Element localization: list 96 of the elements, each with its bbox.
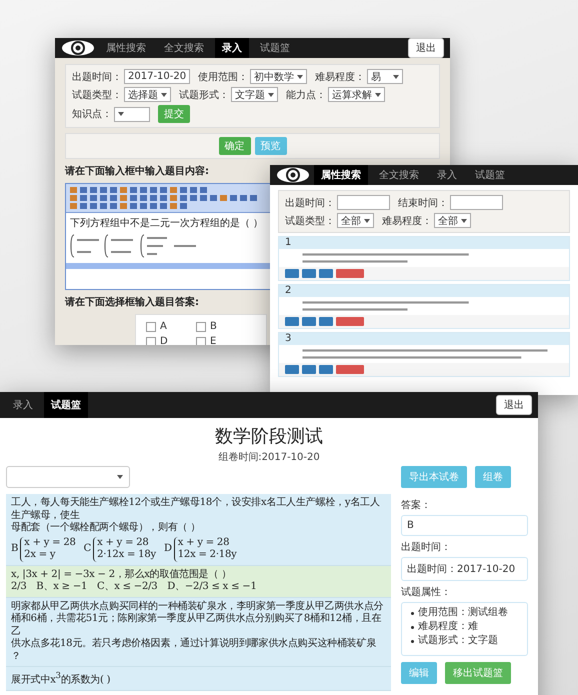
answer-field[interactable]: B (401, 515, 528, 536)
nav-tab[interactable]: 试题篮 (468, 165, 512, 185)
nav-tab[interactable]: 全文搜索 (157, 38, 211, 58)
attribute-item: 试题形式：文字题 (418, 635, 498, 647)
option-letter: C (84, 542, 92, 556)
field-label: 使用范围： (198, 70, 248, 84)
nav-tab[interactable]: 录入 (6, 392, 40, 418)
caret-icon (117, 475, 123, 479)
logout-button[interactable]: 退出 (408, 38, 444, 58)
dropdown[interactable]: 易 (367, 69, 404, 84)
dropdown[interactable]: 初中数学 (250, 69, 308, 84)
card-action-button[interactable] (319, 317, 333, 326)
dropdown[interactable]: 全部 (434, 213, 471, 228)
caret-icon (393, 74, 400, 78)
dropdown[interactable]: 运算求解 (328, 87, 385, 102)
toolbar-icons-drawing[interactable] (70, 186, 257, 210)
field-label: 难易程度： (382, 214, 432, 228)
question-text: 明家都从甲乙两供水点购买同样的一种桶装矿泉水，李明家第一季度从甲乙两供水点分 (11, 600, 384, 612)
answer-checkbox[interactable]: A (146, 321, 186, 332)
field-label: 能力点： (286, 88, 326, 102)
question-text: 工人，每人每天能生产螺栓12个或生产螺母18个，设安排x名工人生产螺栓，y名工人生产螺母，使生 (11, 497, 381, 522)
answer-checkbox[interactable]: D (146, 336, 186, 345)
equation-system: x + y = 28 2x = y (20, 536, 76, 562)
field-label: 出题时间： (401, 540, 452, 554)
card-action-button[interactable] (336, 269, 364, 278)
text-field[interactable] (337, 195, 390, 210)
answer-label: 请在下面选择框输入题目答案: (65, 295, 199, 309)
dropdown[interactable]: 选择题 (124, 87, 171, 102)
nav-tab[interactable]: 录入 (430, 165, 464, 185)
field-label: 试题类型： (285, 214, 335, 228)
editor-text: 下列方程组中不是二元一次方程组的是（ ） (70, 216, 264, 230)
question-text: 2/3 B、x ≥ −1 C、x ≤ −2/3 D、−2/3 ≤ x ≤ −1 (11, 581, 258, 594)
card-action-button[interactable] (336, 365, 364, 374)
editor-label: 请在下面输入框中输入题目内容: (65, 164, 209, 178)
card-action-button[interactable] (302, 317, 316, 326)
question-text: 供水点多花18元。若只考虑价格因素，通过计算说明到哪家供水点购买这种桶装矿泉 (11, 638, 378, 650)
nav-tab[interactable]: 属性搜索 (99, 38, 153, 58)
field-label: 试题属性： (401, 586, 452, 599)
question-number: 3 (279, 333, 569, 345)
field-label: 试题形式： (179, 88, 229, 102)
card-action-button[interactable] (285, 317, 299, 326)
attribute-item: 难易程度：难 (418, 621, 478, 633)
nav-tab[interactable]: 属性搜索 (314, 165, 368, 185)
bullet-icon (411, 612, 414, 614)
question-text: ？ (11, 650, 22, 663)
caret-icon (161, 92, 167, 96)
caret-icon (364, 218, 370, 222)
nav-tab[interactable]: 试题篮 (44, 392, 88, 418)
exam-date: 组卷时间:2017-10-20 (217, 450, 321, 464)
caret-icon (375, 92, 381, 96)
option-letter: D (164, 542, 172, 556)
nav-tab[interactable]: 试题篮 (253, 38, 297, 58)
equation-system: x + y = 28 12x = 2·18y (174, 536, 237, 562)
option-letter: B (11, 542, 18, 556)
question-text: x, |3x + 2| = −3x − 2，那么x的取值范围是（ ） (11, 568, 232, 581)
time-field[interactable]: 出题时间：2017-10-20 (401, 557, 528, 581)
card-action-button[interactable] (319, 269, 333, 278)
field-label: 试题类型： (72, 88, 122, 102)
question-item[interactable]: 展开式中x$^{3}$的系数为( ) (6, 667, 391, 691)
caret-icon (268, 92, 274, 96)
field-label: 答案： (401, 498, 432, 512)
card-action-button[interactable] (302, 365, 316, 374)
dropdown[interactable]: 全部 (337, 213, 374, 228)
caret-icon (118, 112, 124, 116)
question-item[interactable]: x, |3x + 2| = −3x − 2，那么x的取值范围是（ ） 2/3 B、x ≥ −1 C、x ≤ −2/3 D、−2/3 ≤ x ≤ −1 (6, 566, 391, 598)
nav-tab[interactable]: 全文搜索 (372, 165, 426, 185)
question-text: 桶和6桶，共需花51元；陈刚家第一季度从甲乙两供水点分别购买了8桶和12桶，且在乙 (11, 613, 382, 638)
field-label: 出题时间： (285, 196, 335, 210)
card-action-button[interactable] (319, 365, 333, 374)
bullet-icon (411, 640, 414, 642)
answer-checkbox[interactable]: E (196, 336, 236, 345)
nav-tab[interactable]: 录入 (215, 38, 249, 58)
dropdown[interactable]: 文字题 (231, 87, 278, 102)
caret-icon (297, 74, 304, 78)
field-label: 知识点： (72, 108, 112, 121)
card-action-button[interactable] (302, 269, 316, 278)
logout-button[interactable]: 退出 (496, 395, 532, 415)
card-action-button[interactable] (285, 365, 299, 374)
question-number: 1 (279, 237, 569, 249)
field-label: 难易程度： (315, 70, 366, 84)
bullet-icon (411, 626, 414, 628)
card-action-button[interactable] (285, 269, 299, 278)
dropdown[interactable] (114, 106, 150, 122)
card-action-button[interactable] (336, 317, 364, 326)
question-text: 展开式中x$^{3}$的系数为( ) (11, 670, 112, 687)
question-text: 母配套（一个螺栓配两个螺母），则有（ ） (11, 522, 202, 534)
text-field[interactable] (450, 195, 503, 210)
attribute-item: 使用范围：测试组卷 (418, 607, 508, 619)
answer-checkbox[interactable]: B (196, 321, 236, 332)
exam-title: 数学阶段测试 (214, 425, 324, 448)
question-number: 2 (279, 285, 569, 297)
field-label: 出题时间： (72, 70, 122, 84)
equation-system: x + y = 28 2·12x = 18y (93, 536, 156, 562)
text-field[interactable]: 2017-10-20 (124, 69, 190, 84)
caret-icon (461, 218, 467, 222)
question-item[interactable]: 明家都从甲乙两供水点购买同样的一种桶装矿泉水，李明家第一季度从甲乙两供水点分 桶和6桶，共需花51元；陈刚家第一季度从甲乙两供水点分别购买了8桶和12桶，且在乙 供水点多花18元。若只考虑价格因素，通过计算说明到哪家供水点购买这种桶装矿泉 ？ (6, 598, 391, 667)
